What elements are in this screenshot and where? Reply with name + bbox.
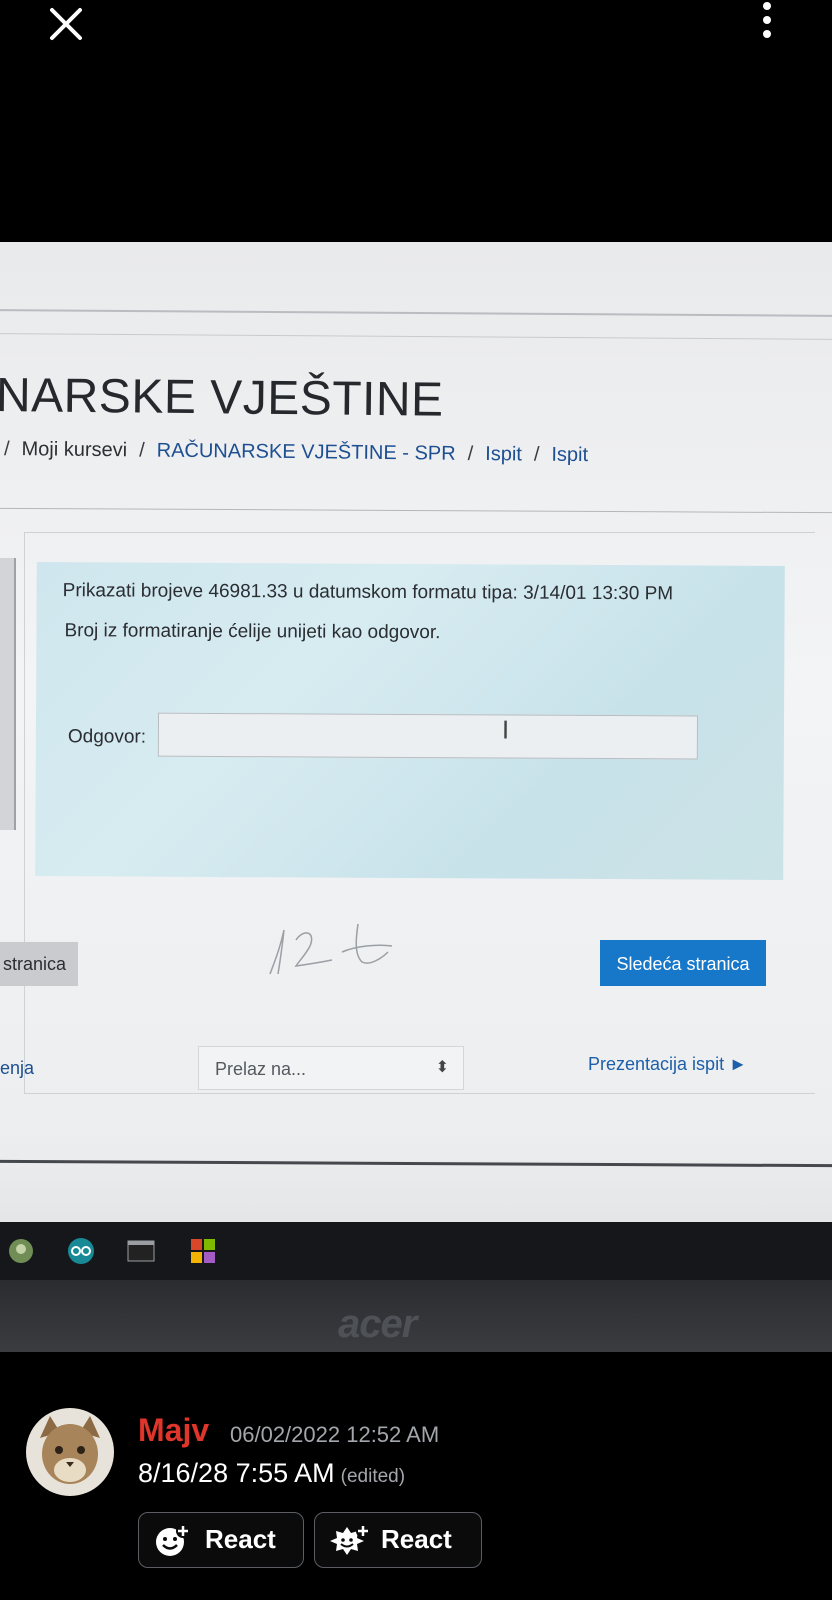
app-green-icon[interactable] xyxy=(6,1236,36,1266)
divider xyxy=(0,1159,832,1168)
previous-activity-link[interactable]: enja xyxy=(0,1058,34,1079)
question-box: Prikazati brojeve 46981.33 u datumskom f… xyxy=(35,562,785,880)
jump-to-value: Prelaz na... xyxy=(215,1059,307,1079)
text-cursor-icon: I xyxy=(501,714,510,745)
edited-indicator: (edited) xyxy=(340,1466,406,1487)
add-super-reaction-button[interactable]: React xyxy=(314,1512,482,1568)
arduino-icon[interactable] xyxy=(66,1236,96,1266)
react-label: React xyxy=(205,1524,276,1554)
windows-taskbar xyxy=(0,1222,832,1280)
question-info-panel xyxy=(0,558,16,830)
attachment-photo[interactable]: NARSKE VJEŠTINE / Moji kursevi / RAČUNARSKE… xyxy=(0,242,832,1352)
breadcrumb: / Moji kursevi / RAČUNARSKE VJEŠTINE - SPR /… xyxy=(3,438,589,467)
select-arrows-icon: ⬍ xyxy=(435,1059,449,1076)
answer-label: Odgovor: xyxy=(67,726,147,748)
question-text: Prikazati brojeve 46981.33 u datumskom f… xyxy=(62,580,674,605)
answer-input[interactable] xyxy=(157,712,699,760)
divider xyxy=(0,309,832,317)
question-instruction: Broj iz formatiranje ćelije unijeti kao … xyxy=(64,620,441,644)
close-icon[interactable] xyxy=(46,4,86,44)
message-text: 8/16/28 7:55 AM (edited) xyxy=(138,1458,405,1489)
avatar[interactable] xyxy=(26,1408,114,1496)
next-activity-link[interactable]: Prezentacija ispit ► xyxy=(588,1054,747,1075)
terminal-icon[interactable] xyxy=(126,1236,156,1266)
message-content: 8/16/28 7:55 AM xyxy=(138,1458,335,1488)
previous-page-label: stranica xyxy=(2,954,66,974)
breadcrumb-item-my-courses[interactable]: Moji kursevi xyxy=(21,438,127,461)
laptop-bezel: acer xyxy=(0,1280,832,1352)
breadcrumb-item-attempt[interactable]: Ispit xyxy=(551,444,588,466)
add-reaction-icon xyxy=(156,1524,190,1556)
next-page-button[interactable]: Sledeća stranica xyxy=(600,940,766,986)
breadcrumb-item-course[interactable]: RAČUNARSKE VJEŠTINE - SPR xyxy=(157,440,456,465)
page-title: NARSKE VJEŠTINE xyxy=(0,369,444,427)
more-vertical-icon[interactable] xyxy=(752,0,782,44)
message-timestamp: 06/02/2022 12:52 AM xyxy=(230,1422,440,1447)
react-label: React xyxy=(381,1524,452,1554)
breadcrumb-item-quiz[interactable]: Ispit xyxy=(485,443,522,465)
divider xyxy=(0,507,832,514)
message-author[interactable]: Majv xyxy=(138,1412,209,1449)
add-reaction-button[interactable]: React xyxy=(138,1512,304,1568)
jump-to-select[interactable]: Prelaz na... ⬍ xyxy=(198,1046,464,1090)
viewer-toolbar xyxy=(0,0,832,60)
previous-page-button[interactable]: stranica xyxy=(0,942,78,986)
divider xyxy=(0,333,832,340)
add-super-reaction-icon xyxy=(330,1524,370,1555)
office-icon[interactable] xyxy=(188,1236,218,1266)
acer-logo: acer xyxy=(338,1302,417,1346)
handwritten-scribble xyxy=(269,923,393,975)
